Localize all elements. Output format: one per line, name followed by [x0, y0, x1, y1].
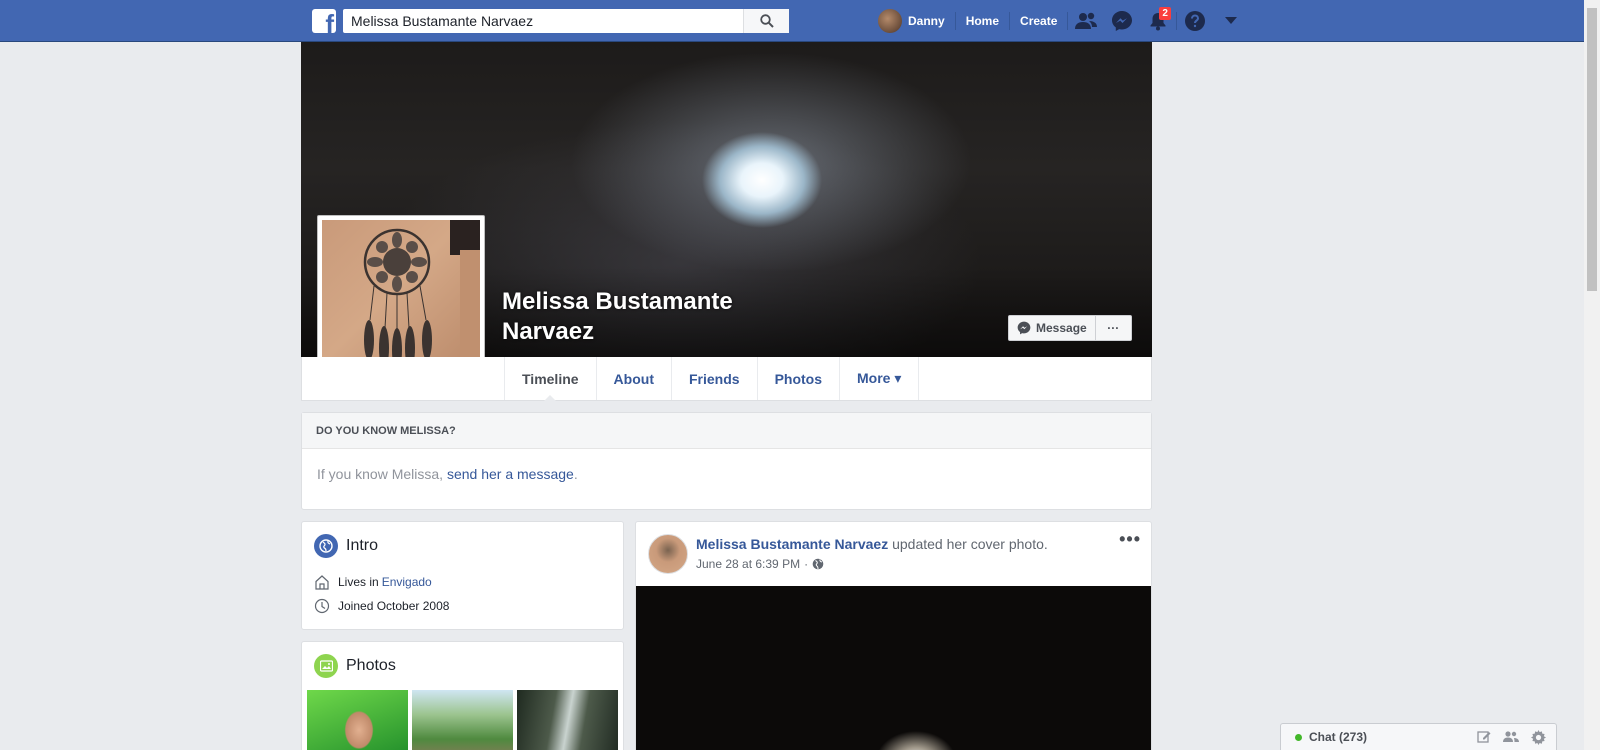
chat-bar[interactable]: Chat (273) [1280, 723, 1557, 750]
more-options-button[interactable]: ··· [1095, 315, 1132, 341]
messenger-icon [1017, 321, 1031, 335]
photo-icon [314, 654, 338, 678]
profile-tabs: Timeline About Friends Photos More ▾ [504, 357, 920, 401]
tab-friends[interactable]: Friends [670, 357, 757, 400]
do-you-know-card: DO YOU KNOW MELISSA? If you know Melissa… [301, 412, 1152, 510]
post-author-link[interactable]: Melissa Bustamante Narvaez [696, 536, 888, 552]
profile-picture-image [322, 220, 480, 378]
photos-header: Photos [314, 654, 396, 678]
friend-requests-icon [1075, 12, 1098, 29]
profile-link[interactable]: Danny [908, 9, 955, 33]
chat-actions [1477, 729, 1546, 745]
help-button[interactable] [1177, 0, 1213, 42]
top-navigation-bar: f Danny Home Create 2 [0, 0, 1584, 42]
chat-settings-gear-icon[interactable] [1531, 729, 1546, 745]
messenger-icon [1112, 11, 1133, 31]
photos-card: Photos [301, 641, 624, 750]
message-button[interactable]: Message [1008, 315, 1096, 341]
do-you-know-suffix: . [573, 466, 578, 482]
do-you-know-prefix: If you know Melissa, [317, 466, 444, 482]
cover-actions: Message ··· [1008, 315, 1132, 341]
create-link[interactable]: Create [1010, 9, 1067, 33]
search-button[interactable] [743, 9, 789, 33]
create-group-icon[interactable] [1503, 730, 1519, 744]
post-author-avatar[interactable] [648, 534, 688, 574]
clock-icon [314, 598, 330, 614]
post-options-button[interactable]: ••• [1119, 530, 1141, 548]
timeline-post: Melissa Bustamante Narvaez updated her c… [635, 521, 1152, 750]
lives-in-place-link[interactable]: Envigado [382, 575, 432, 589]
account-menu-button[interactable] [1213, 0, 1249, 42]
post-action-text: updated her cover photo. [892, 536, 1048, 552]
photo-thumbnail[interactable] [412, 690, 513, 750]
search-bar [343, 9, 789, 33]
post-meta: June 28 at 6:39 PM · [696, 557, 824, 571]
notification-count-badge: 2 [1159, 7, 1171, 20]
online-status-dot [1295, 733, 1302, 741]
search-icon [759, 14, 774, 28]
friend-requests-button[interactable] [1068, 0, 1104, 42]
globe-icon [314, 534, 338, 558]
tab-photos[interactable]: Photos [756, 357, 839, 400]
public-globe-icon[interactable] [812, 558, 824, 570]
joined-text: Joined October 2008 [338, 599, 450, 613]
post-timestamp[interactable]: June 28 at 6:39 PM [696, 557, 800, 571]
intro-card: Intro Lives in Envigado Joined October 2… [301, 521, 624, 630]
dreamcatcher-image [363, 220, 480, 378]
facebook-logo-icon[interactable]: f [312, 9, 336, 33]
photo-thumbnails [307, 690, 618, 750]
photo-thumbnail[interactable] [517, 690, 618, 750]
page-scrollbar[interactable] [1584, 0, 1600, 750]
photo-thumbnail[interactable] [307, 690, 408, 750]
send-message-link[interactable]: send her a message [447, 466, 574, 482]
user-avatar[interactable] [878, 9, 902, 33]
message-button-label: Message [1036, 321, 1087, 335]
photos-title[interactable]: Photos [346, 657, 396, 675]
post-meta-separator: · [804, 557, 809, 571]
post-header: Melissa Bustamante Narvaez updated her c… [696, 536, 1048, 552]
post-cover-photo[interactable] [636, 586, 1151, 750]
scrollbar-thumb[interactable] [1587, 8, 1597, 291]
lives-in-row: Lives in Envigado [314, 574, 432, 590]
tab-timeline[interactable]: Timeline [504, 357, 596, 401]
messenger-button[interactable] [1104, 0, 1140, 42]
do-you-know-text: If you know Melissa, send her a message. [302, 449, 1151, 499]
chat-label: Chat (273) [1309, 730, 1368, 744]
tab-about[interactable]: About [595, 357, 671, 400]
more-options-label: ··· [1107, 321, 1120, 335]
joined-row: Joined October 2008 [314, 598, 449, 614]
profile-name[interactable]: Melissa Bustamante Narvaez [502, 287, 762, 347]
help-icon [1185, 11, 1206, 31]
account-menu-chevron-icon [1225, 17, 1238, 24]
profile-tab-bar: Timeline About Friends Photos More ▾ [301, 357, 1152, 401]
compose-icon[interactable] [1477, 730, 1491, 744]
tab-more[interactable]: More ▾ [839, 357, 920, 400]
do-you-know-heading: DO YOU KNOW MELISSA? [302, 413, 1151, 449]
notifications-button[interactable]: 2 [1140, 0, 1176, 42]
lives-in-label: Lives in [338, 575, 379, 589]
home-link[interactable]: Home [956, 9, 1009, 33]
search-input[interactable] [343, 9, 743, 33]
intro-header: Intro [314, 534, 378, 558]
home-icon [314, 574, 330, 590]
intro-title: Intro [346, 537, 379, 554]
top-nav-right: Danny Home Create 2 [878, 0, 1249, 42]
